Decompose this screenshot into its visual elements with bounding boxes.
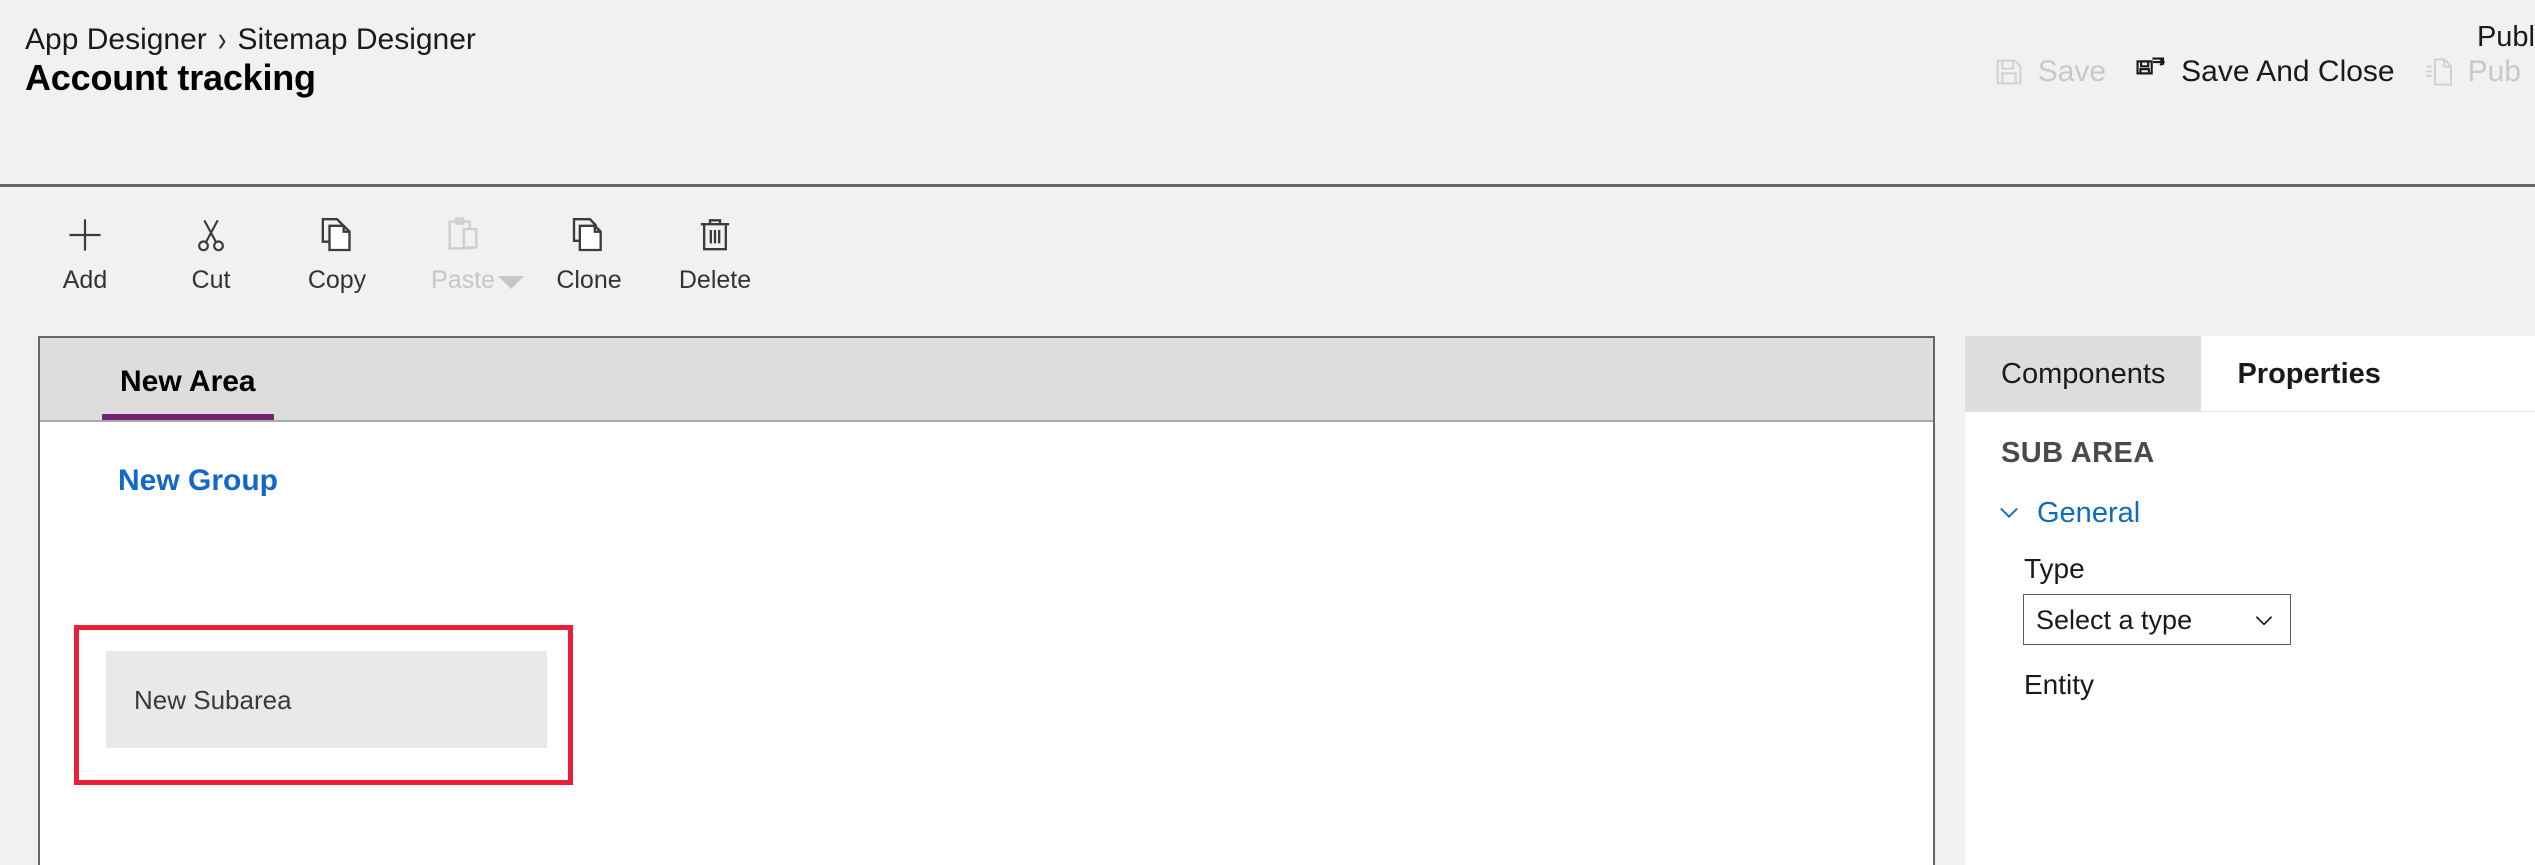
section-toggle-general[interactable]: General [1993, 492, 2142, 534]
clone-button[interactable]: Clone [526, 202, 652, 306]
clone-icon [569, 212, 609, 258]
command-bar: Add Cut Copy Paste Clone Delete [0, 190, 2535, 330]
properties-body: SUB AREA General Type Select a type Enti… [1965, 412, 2535, 865]
subarea-tile-new-subarea[interactable]: New Subarea [106, 651, 547, 748]
delete-button[interactable]: Delete [652, 202, 778, 306]
sub-area-heading: SUB AREA [2001, 437, 2155, 469]
chevron-down-icon[interactable] [498, 276, 524, 289]
subarea-tile-label: New Subarea [134, 684, 292, 715]
clone-button-label: Clone [556, 266, 622, 294]
publish-icon [2423, 56, 2455, 88]
save-icon [1993, 56, 2025, 88]
save-and-close-button-label: Save And Close [2181, 55, 2395, 88]
breadcrumb: App Designer › Sitemap Designer [25, 19, 476, 60]
delete-button-label: Delete [678, 266, 752, 294]
add-button-label: Add [62, 266, 108, 294]
page-title: Account tracking [25, 57, 316, 98]
subarea-selection-outline[interactable]: New Subarea [74, 625, 573, 785]
add-button[interactable]: Add [22, 202, 148, 306]
clipboard-icon [443, 212, 483, 258]
publish-button-label: Pub [2467, 55, 2521, 88]
scissors-icon [191, 212, 231, 258]
save-and-close-icon [2134, 55, 2168, 89]
header-action-group: Save Save And Close Pub [1979, 48, 2535, 96]
save-and-close-button[interactable]: Save And Close [2120, 48, 2408, 96]
copy-icon [317, 212, 357, 258]
section-label-general: General [2037, 497, 2141, 529]
type-select[interactable]: Select a type [2023, 594, 2291, 645]
chevron-down-icon [2251, 607, 2290, 633]
group-title-new-group[interactable]: New Group [118, 463, 278, 499]
area-tabstrip: New Area [40, 338, 1933, 422]
properties-tabstrip: Components Properties [1965, 336, 2535, 412]
save-button-label: Save [2037, 55, 2107, 88]
breadcrumb-item-app-designer[interactable]: App Designer [25, 22, 207, 58]
paste-button[interactable]: Paste [400, 202, 526, 306]
type-select-value: Select a type [2036, 604, 2193, 635]
field-label-entity: Entity [2024, 669, 2095, 700]
copy-button-label: Copy [307, 266, 367, 294]
paste-button-label: Paste [431, 266, 495, 294]
tab-components[interactable]: Components [1965, 336, 2202, 411]
tab-properties[interactable]: Properties [2201, 336, 2417, 411]
cut-button-label: Cut [191, 266, 231, 294]
cut-button[interactable]: Cut [148, 202, 274, 306]
chevron-down-icon [1995, 498, 2023, 529]
plus-icon [63, 212, 107, 258]
canvas-body: New Group New Subarea [40, 422, 1933, 863]
breadcrumb-item-sitemap-designer[interactable]: Sitemap Designer [237, 22, 475, 58]
publish-button[interactable]: Pub [2409, 48, 2535, 96]
app-header: App Designer › Sitemap Designer Account tr… [0, 0, 2535, 187]
copy-button[interactable]: Copy [274, 202, 400, 306]
field-label-type: Type [2024, 553, 2085, 584]
sitemap-canvas: New Area New Group New Subarea [38, 336, 1935, 865]
trash-icon [695, 212, 735, 258]
save-button[interactable]: Save [1979, 48, 2120, 96]
properties-panel: Components Properties SUB AREA General T… [1965, 336, 2535, 865]
area-tab-new-area[interactable]: New Area [102, 364, 274, 420]
